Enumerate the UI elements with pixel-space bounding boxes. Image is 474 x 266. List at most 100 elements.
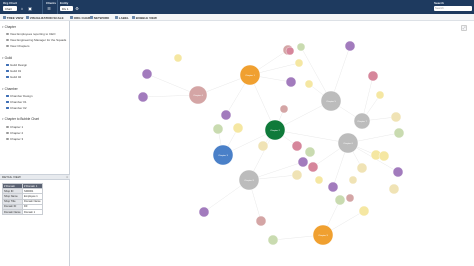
filter-option[interactable]: View Employees reporting to CEO [6,32,55,36]
graph-node[interactable] [257,140,269,152]
radio-icon[interactable] [6,125,9,129]
graph-node[interactable] [367,70,379,82]
settings-icon[interactable]: ⚙ [74,6,80,11]
graph-node[interactable] [279,104,289,114]
fit-to-screen-icon[interactable]: ⤢ [461,25,467,31]
entity-select[interactable]: Div 1 [60,6,73,11]
graph-node[interactable] [393,127,405,139]
checkbox-icon[interactable] [6,75,9,79]
filter-option[interactable]: View Chapters [6,44,29,48]
graph-node[interactable] [232,122,244,134]
print-icon[interactable]: ▣ [27,6,33,11]
graph-node[interactable] [345,193,355,203]
network-graph[interactable]: Chapter 1 Chapter 2 Chapter 3 Chapter 4 Chap… [70,21,474,266]
graph-node[interactable] [375,90,385,100]
label-tab[interactable]: LABEL [115,16,129,20]
graph-node-label: Chapter 5 [326,100,336,103]
filter-option[interactable]: Chapter 3 [6,137,23,141]
view-toolbar: TREE VIEW VISUALIZATION SCALE ORG CHART … [0,14,474,21]
network-tab[interactable]: NETWORK [90,16,109,20]
graph-node[interactable] [356,162,368,174]
graph-node-label: Chapter 1 [245,74,255,77]
radio-icon[interactable] [6,137,9,141]
radio-icon[interactable] [6,44,9,48]
graph-node[interactable] [296,42,306,52]
radio-icon[interactable] [6,32,9,36]
graph-node[interactable] [220,109,232,121]
filter-option[interactable]: Chapter 1 [6,125,23,129]
radio-icon[interactable] [6,131,9,135]
filter-option[interactable]: Guild 01 [6,69,21,73]
filter-option[interactable]: Chamber 01 [6,100,27,104]
graph-node[interactable] [304,146,316,158]
graph-node-label: Chapter 7 [357,120,367,123]
filter-group-chapter[interactable]: ▾Chapter [2,25,16,29]
graph-node[interactable] [358,205,370,217]
home-icon[interactable]: ⌂ [19,6,25,11]
graph-node[interactable] [348,175,358,185]
view-section: Org Chart Chart ⌂ ▣ [3,0,37,14]
clients-icon[interactable]: ☰ [46,6,52,11]
graph-node[interactable] [141,68,153,80]
visualization-scale-tab[interactable]: VISUALIZATION SCALE [26,16,64,20]
filter-option[interactable]: Chamber 02 [6,106,27,110]
view-select[interactable]: Chart [3,6,17,11]
network-icon [90,16,93,19]
graph-node[interactable] [307,161,319,173]
label-icon [115,16,118,19]
table-row: Domain Name Domain 1 [2,208,43,216]
org-chart-icon [70,16,73,19]
graph-node-label: Chapter 8 [244,179,254,182]
filter-option[interactable]: Guild 02 [6,75,21,79]
graph-node[interactable] [285,76,297,88]
graph-node[interactable] [267,234,279,246]
tree-view-tab[interactable]: TREE VIEW [3,16,23,20]
clients-label: Clients [46,1,57,5]
graph-node[interactable] [392,166,404,178]
filter-group-guild[interactable]: ▾Guild [2,56,12,60]
graph-node[interactable] [304,79,314,89]
radio-icon[interactable] [6,38,9,42]
filter-group-chamber[interactable]: ▾Chamber [2,87,18,91]
bubble-view-tab[interactable]: BUBBLE VIEW [132,16,157,20]
app-header: Org Chart Chart ⌂ ▣ Clients ☰ Entity Div… [0,0,474,14]
graph-node[interactable] [285,46,295,56]
network-canvas[interactable]: Chapter 1 Chapter 2 Chapter 3 Chapter 4 Chap… [70,21,474,266]
checkbox-icon[interactable] [6,63,9,67]
org-chart-tab[interactable]: ORG CHART [70,16,92,20]
search-input[interactable]: Search [434,6,472,11]
graph-node[interactable] [212,123,224,135]
filter-option[interactable]: Chamber Design [6,94,33,98]
close-icon[interactable]: × [66,175,68,181]
graph-node[interactable] [297,156,309,168]
checkbox-icon[interactable] [6,94,9,98]
graph-node[interactable] [334,194,346,206]
graph-node[interactable] [198,206,210,218]
filter-option[interactable]: View Engineering Manager for the Squads [6,38,66,42]
graph-node[interactable] [378,150,390,162]
chevron-down-icon: ▾ [2,56,4,60]
filter-group-chapter-bubble[interactable]: ▾Chapter to Bubble Chart [2,117,39,121]
graph-node[interactable] [173,53,183,63]
graph-node[interactable] [137,91,149,103]
bubble-icon [132,16,135,19]
app-title: Org Chart [3,1,18,5]
filter-option[interactable]: Chapter 2 [6,131,23,135]
graph-node[interactable] [314,175,324,185]
chevron-down-icon: ▾ [2,87,4,91]
graph-node-label: Chapter 4 [193,94,203,97]
checkbox-icon[interactable] [6,106,9,110]
filter-option[interactable]: Guild Design [6,63,27,67]
graph-node[interactable] [255,215,267,227]
graph-node[interactable] [388,183,400,195]
filter-panel: ▾Chapter View Employees reporting to CEO… [0,21,70,266]
graph-node[interactable] [390,111,402,123]
checkbox-icon[interactable] [6,100,9,104]
checkbox-icon[interactable] [6,69,9,73]
graph-node[interactable] [291,169,303,181]
detail-view-title: DETAIL VIEW [2,175,21,179]
graph-node[interactable] [291,140,303,152]
graph-node[interactable] [327,181,339,193]
graph-node[interactable] [294,58,304,68]
graph-node[interactable] [344,40,356,52]
